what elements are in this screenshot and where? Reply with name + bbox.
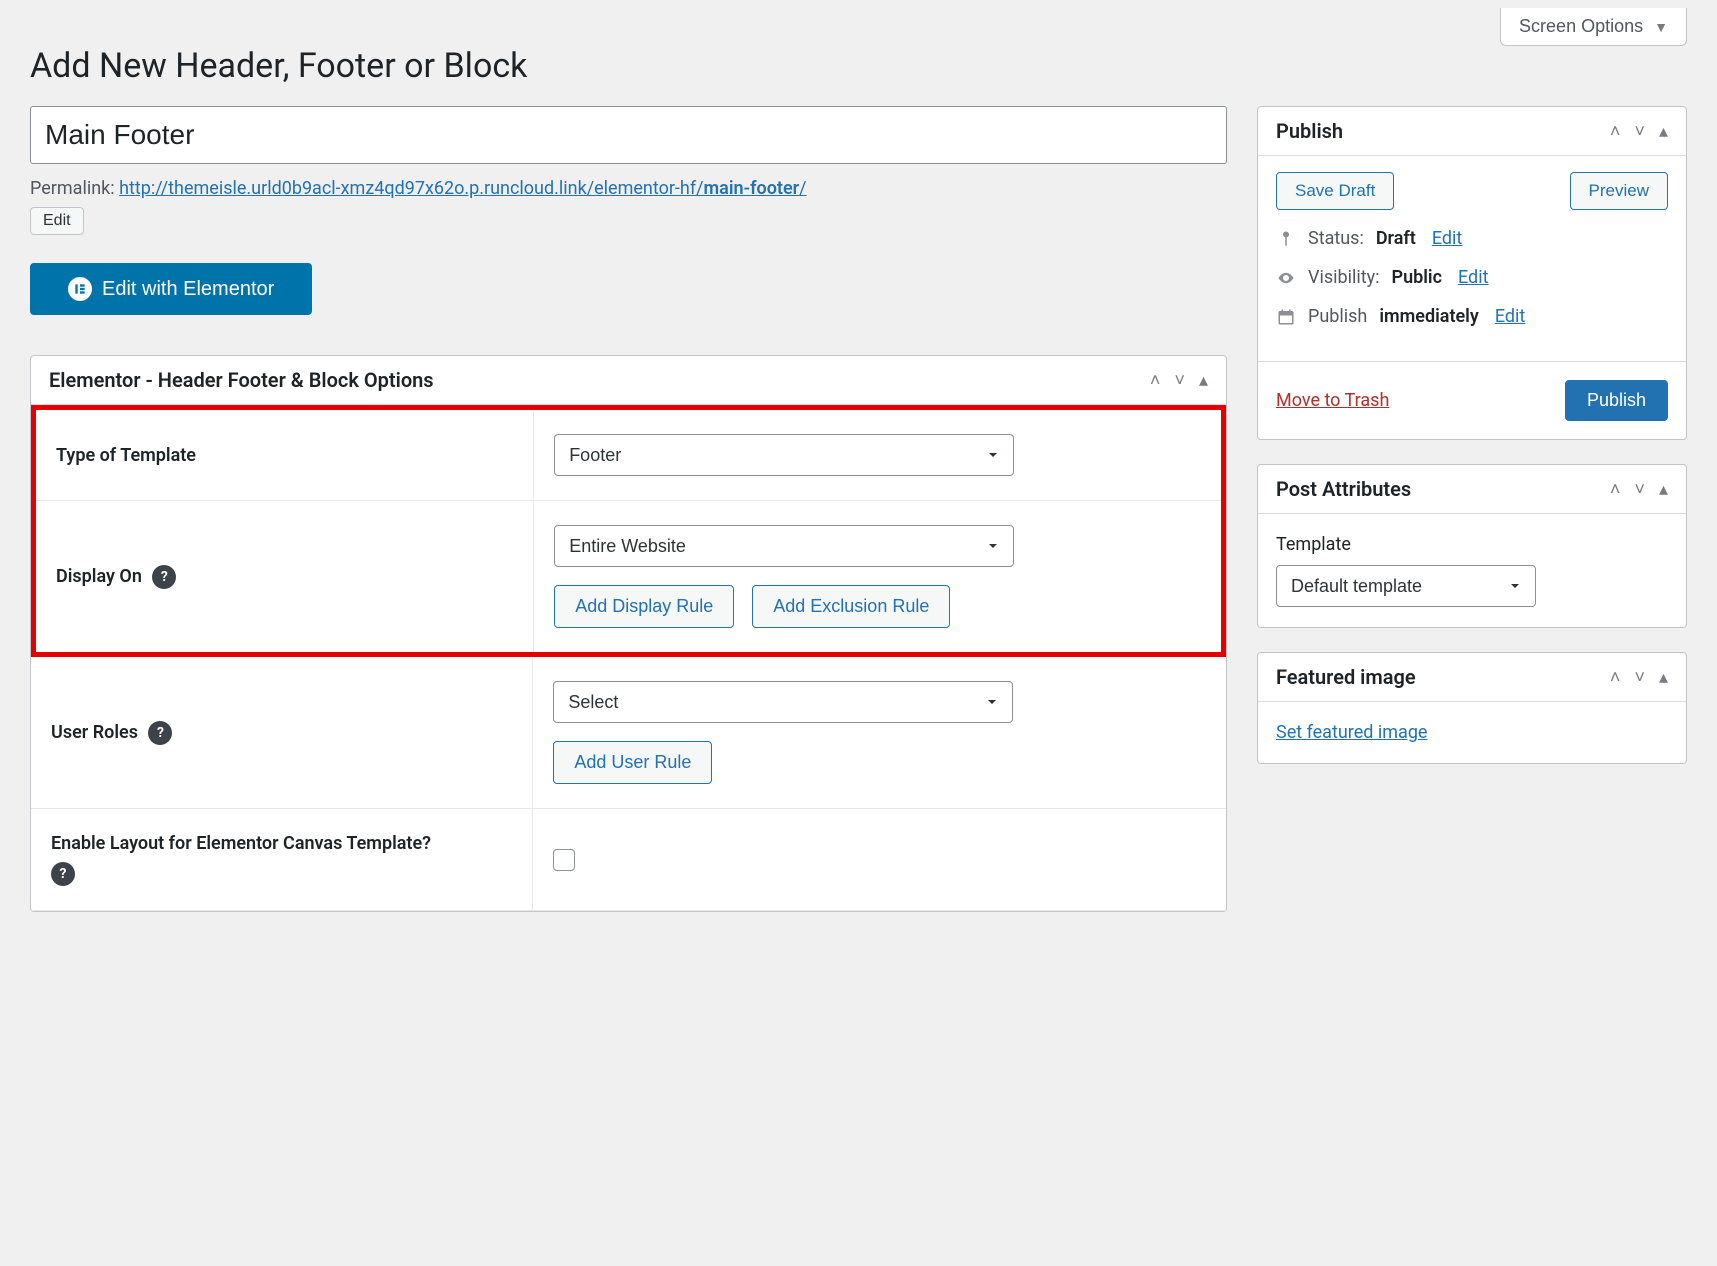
help-icon[interactable]: ? — [148, 721, 172, 745]
help-icon[interactable]: ? — [152, 565, 176, 589]
toggle-panel-icon[interactable]: ▴ — [1659, 121, 1668, 142]
featured-image-postbox: Featured image ˄ ˅ ▴ Set featured image — [1257, 652, 1687, 764]
help-icon[interactable]: ? — [51, 862, 75, 886]
publish-postbox-title: Publish — [1276, 119, 1343, 143]
template-label: Template — [1276, 534, 1668, 555]
move-up-icon[interactable]: ˄ — [1610, 121, 1621, 142]
publish-timing-value: immediately — [1379, 306, 1478, 327]
visibility-label: Visibility: — [1308, 267, 1380, 288]
visibility-value: Public — [1392, 267, 1442, 288]
options-postbox: Elementor - Header Footer & Block Option… — [30, 355, 1227, 912]
enable-layout-checkbox[interactable] — [553, 849, 575, 871]
enable-layout-label: Enable Layout for Elementor Canvas Templ… — [31, 809, 533, 911]
permalink-edit-button[interactable]: Edit — [30, 207, 84, 235]
post-title-input[interactable] — [30, 106, 1227, 164]
visibility-edit-link[interactable]: Edit — [1458, 267, 1488, 288]
screen-options-label: Screen Options — [1519, 16, 1643, 36]
highlighted-section: Type of Template Footer Display On ? — [31, 405, 1226, 657]
options-postbox-title: Elementor - Header Footer & Block Option… — [49, 368, 434, 392]
calendar-icon — [1276, 308, 1296, 326]
type-of-template-label: Type of Template — [36, 410, 534, 501]
type-of-template-select[interactable]: Footer — [554, 434, 1014, 476]
publish-postbox: Publish ˄ ˅ ▴ Save Draft Preview — [1257, 106, 1687, 440]
set-featured-image-link[interactable]: Set featured image — [1276, 722, 1427, 743]
status-edit-link[interactable]: Edit — [1432, 228, 1462, 249]
display-on-label: Display On ? — [36, 501, 534, 653]
toggle-panel-icon[interactable]: ▴ — [1659, 667, 1668, 688]
caret-down-icon: ▼ — [1654, 19, 1668, 35]
eye-icon — [1276, 269, 1296, 287]
add-exclusion-rule-button[interactable]: Add Exclusion Rule — [752, 585, 950, 628]
permalink-row: Permalink: http://themeisle.urld0b9acl-x… — [30, 178, 1227, 199]
pin-icon — [1276, 230, 1296, 248]
add-user-rule-button[interactable]: Add User Rule — [553, 741, 712, 784]
user-roles-select[interactable]: Select — [553, 681, 1013, 723]
move-down-icon[interactable]: ˅ — [1634, 121, 1645, 142]
move-down-icon[interactable]: ˅ — [1174, 370, 1185, 391]
move-down-icon[interactable]: ˅ — [1634, 667, 1645, 688]
edit-with-elementor-label: Edit with Elementor — [102, 278, 274, 301]
user-roles-label: User Roles ? — [31, 657, 533, 809]
save-draft-button[interactable]: Save Draft — [1276, 172, 1394, 210]
move-up-icon[interactable]: ˄ — [1610, 479, 1621, 500]
move-up-icon[interactable]: ˄ — [1610, 667, 1621, 688]
template-select[interactable]: Default template — [1276, 565, 1536, 607]
display-on-select[interactable]: Entire Website — [554, 525, 1014, 567]
add-display-rule-button[interactable]: Add Display Rule — [554, 585, 734, 628]
featured-image-title: Featured image — [1276, 665, 1416, 689]
status-label: Status: — [1308, 228, 1364, 249]
publish-button[interactable]: Publish — [1565, 380, 1668, 421]
elementor-icon — [68, 277, 92, 301]
post-attributes-title: Post Attributes — [1276, 477, 1411, 501]
publish-timing-label: Publish — [1308, 306, 1367, 327]
preview-button[interactable]: Preview — [1570, 172, 1668, 210]
move-to-trash-link[interactable]: Move to Trash — [1276, 390, 1389, 411]
toggle-panel-icon[interactable]: ▴ — [1659, 479, 1668, 500]
permalink-link[interactable]: http://themeisle.urld0b9acl-xmz4qd97x62o… — [119, 178, 806, 199]
page-title: Add New Header, Footer or Block — [30, 46, 1687, 86]
post-attributes-postbox: Post Attributes ˄ ˅ ▴ Template Default t… — [1257, 464, 1687, 628]
status-value: Draft — [1376, 228, 1416, 249]
move-down-icon[interactable]: ˅ — [1634, 479, 1645, 500]
edit-with-elementor-button[interactable]: Edit with Elementor — [30, 263, 312, 315]
move-up-icon[interactable]: ˄ — [1150, 370, 1161, 391]
toggle-panel-icon[interactable]: ▴ — [1199, 370, 1208, 391]
screen-options-button[interactable]: Screen Options ▼ — [1500, 8, 1687, 46]
publish-timing-edit-link[interactable]: Edit — [1495, 306, 1525, 327]
permalink-label: Permalink: — [30, 178, 115, 199]
